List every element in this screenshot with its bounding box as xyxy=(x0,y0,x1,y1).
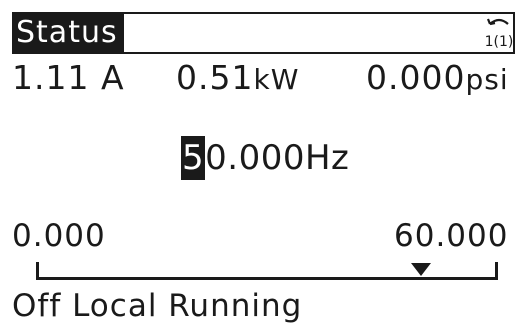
setpoint-scale-bar xyxy=(36,258,498,280)
scale-left-tick xyxy=(36,262,39,280)
menu-index-text: 1(1) xyxy=(485,34,514,50)
readout-power: 0.51kW xyxy=(176,56,299,102)
menu-index-icon: 1(1) xyxy=(485,18,514,50)
screen-title: Status xyxy=(12,12,124,54)
range-max-label: 60.000 xyxy=(394,218,509,254)
scale-position-marker xyxy=(410,263,431,276)
readout-current-unit: A xyxy=(100,58,125,97)
readout-current: 1.11 A xyxy=(12,56,125,100)
readout-current-value: 1.11 xyxy=(12,58,90,97)
setpoint-unit: Hz xyxy=(304,138,350,178)
scale-right-tick xyxy=(495,262,498,280)
readout-power-unit: kW xyxy=(253,63,300,96)
readout-power-value: 0.51 xyxy=(176,58,254,97)
scale-line xyxy=(36,277,498,280)
readout-pressure-unit: psi xyxy=(465,63,509,96)
readout-pressure-value: 0.000 xyxy=(366,58,466,97)
edit-cursor-digit[interactable]: 5 xyxy=(181,136,206,180)
drive-status-line: Off Local Running xyxy=(12,288,303,324)
frequency-setpoint-field[interactable]: 50.000Hz xyxy=(181,136,349,180)
setpoint-value-rest: 0.000 xyxy=(205,138,305,178)
lcp-display: Status 1(1) 1.11 A 0.51kW 0.000psi 50.00… xyxy=(0,0,527,327)
range-min-label: 0.000 xyxy=(12,218,106,254)
readout-pressure: 0.000psi xyxy=(366,56,509,102)
